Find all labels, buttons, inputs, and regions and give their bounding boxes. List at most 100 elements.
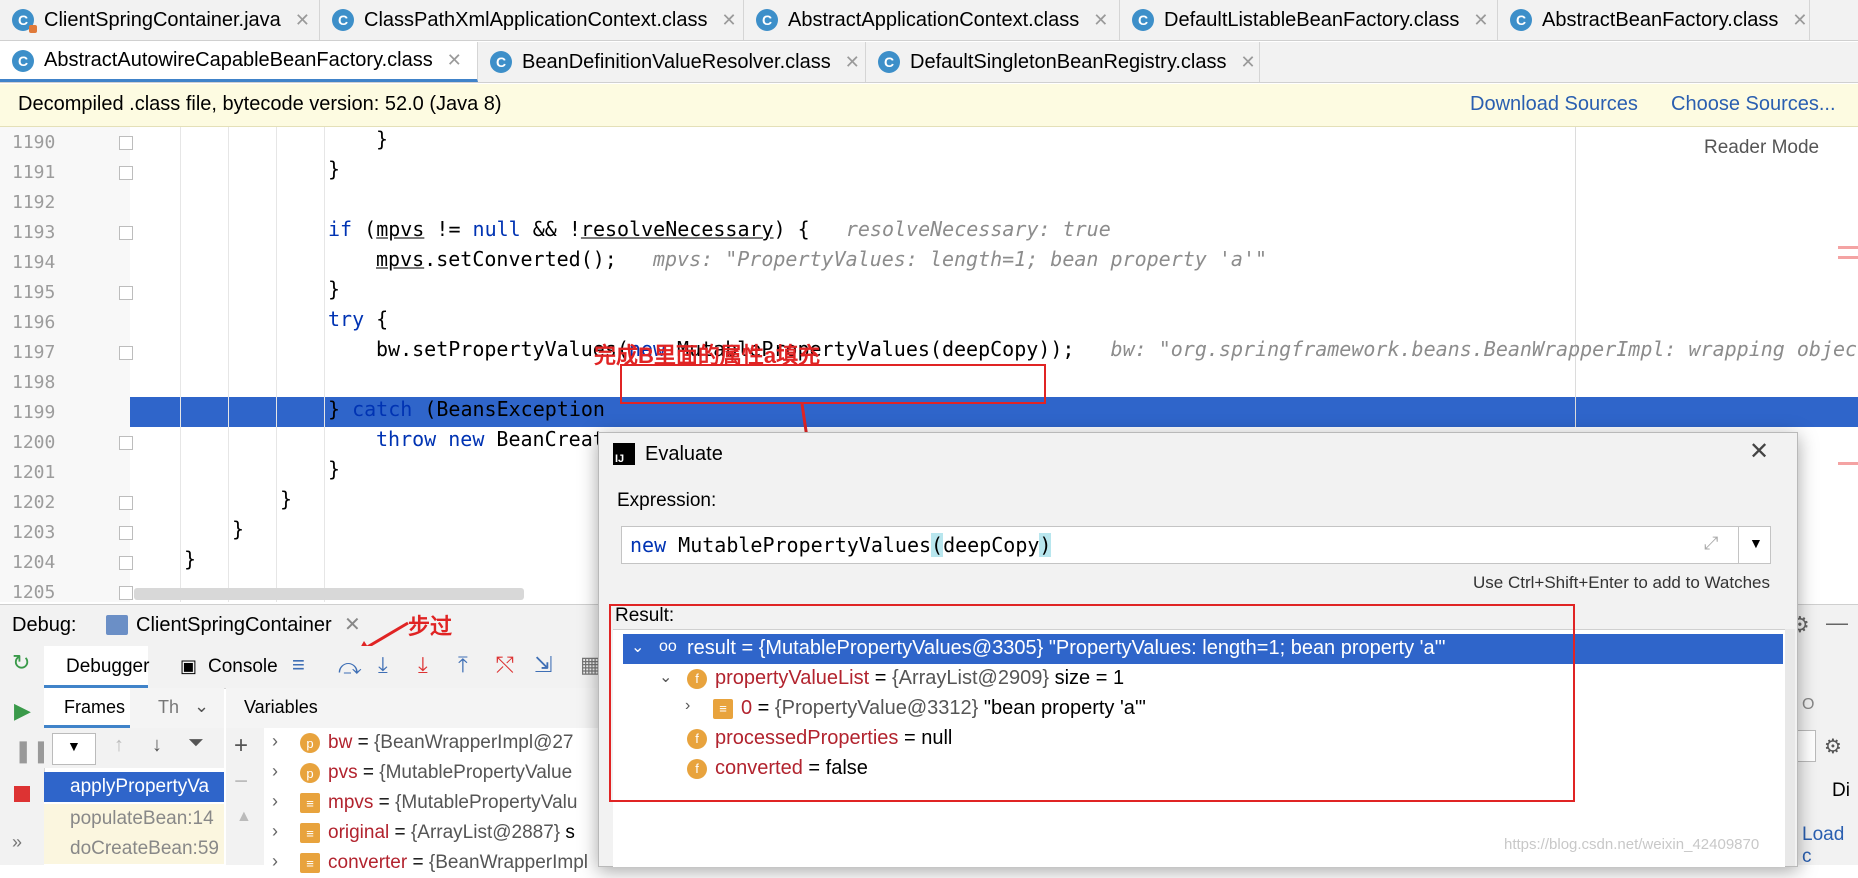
add-watch-icon[interactable]: + (234, 732, 248, 760)
expand-icon[interactable]: ⤢ (1704, 533, 1718, 554)
chevron-right-icon[interactable]: › (272, 791, 278, 812)
tab-abstract-app-context[interactable]: C AbstractApplicationContext.class ✕ (744, 0, 1120, 40)
tab-label: DefaultSingletonBeanRegistry.class (910, 50, 1227, 73)
code-line-1194: mpvs.setConverted(); mpvs: "PropertyValu… (376, 247, 1268, 271)
resume-icon[interactable]: ▶ (14, 698, 31, 724)
arrow-up-icon[interactable]: ↑ (114, 734, 124, 757)
close-icon[interactable]: ✕ (1093, 10, 1108, 31)
right-input[interactable] (1796, 730, 1816, 762)
decompiled-banner: Decompiled .class file, bytecode version… (0, 84, 1858, 127)
more-icon[interactable]: » (12, 832, 22, 853)
download-sources-link[interactable]: Download Sources (1470, 93, 1638, 116)
parameter-icon: p (300, 733, 320, 753)
close-icon[interactable]: ✕ (1473, 10, 1488, 31)
arrow-down-icon[interactable]: ↓ (152, 734, 162, 757)
chevron-right-icon[interactable]: › (272, 821, 278, 842)
variable-row[interactable]: › p pvs = {MutablePropertyValue (264, 758, 604, 788)
chevron-down-icon[interactable]: ⌄ (631, 637, 644, 657)
code-line-1195: } (328, 277, 341, 301)
result-child-row[interactable]: › ≡ 0 = {PropertyValue@3312} "bean proper… (623, 694, 1783, 724)
editor-tabs-row-1: C ClientSpringContainer.java ✕ C ClassPa… (0, 0, 1858, 41)
result-root-row[interactable]: ⌄ oo result = {MutablePropertyValues@330… (623, 634, 1783, 664)
close-icon[interactable]: ✕ (1749, 437, 1769, 466)
debug-config-tab[interactable]: ClientSpringContainer (136, 614, 332, 637)
close-icon[interactable]: ✕ (295, 10, 310, 31)
variable-row[interactable]: › p bw = {BeanWrapperImpl@27 (264, 728, 604, 758)
expression-text: new MutablePropertyValues(deepCopy) (630, 533, 1052, 557)
rerun-icon[interactable]: ↻ (12, 650, 30, 676)
result-child-row[interactable]: f processedProperties = null (623, 724, 1783, 754)
variables-header: Variables (226, 688, 604, 729)
chevron-down-icon: ▼ (1749, 535, 1763, 551)
frame-item[interactable]: populateBean:14 (44, 804, 224, 834)
editor-horizontal-scrollbar[interactable] (134, 588, 524, 600)
tab-abstract-autowire-capable-bean-factory[interactable]: C AbstractAutowireCapableBeanFactory.cla… (0, 42, 478, 82)
dialog-title: Evaluate (645, 443, 723, 465)
code-line-1190: } (376, 127, 389, 151)
minimize-icon[interactable]: — (1826, 610, 1848, 636)
error-stripe-mark[interactable] (1838, 462, 1858, 465)
tab-threads[interactable]: Th (158, 697, 179, 718)
stop-icon[interactable] (14, 786, 30, 802)
close-icon[interactable]: ✕ (1240, 52, 1255, 73)
field-entry: f converted = false (687, 757, 868, 780)
result-child-row[interactable]: f converted = false (623, 754, 1783, 784)
tab-client-spring-container[interactable]: C ClientSpringContainer.java ✕ (0, 0, 320, 40)
remove-watch-icon[interactable]: − (234, 768, 248, 796)
chevron-down-icon[interactable]: ⌄ (194, 696, 209, 717)
watches-hint: Use Ctrl+Shift+Enter to add to Watches (1473, 573, 1771, 592)
tab-label: AbstractAutowireCapableBeanFactory.class (44, 49, 433, 71)
tab-abstract-bean-factory[interactable]: C AbstractBeanFactory.class ✕ (1498, 0, 1810, 40)
frame-item[interactable]: applyPropertyVa (44, 772, 224, 802)
variable-text: bw = {BeanWrapperImpl@27 (328, 732, 574, 753)
console-icon: ▣ (180, 656, 198, 676)
close-icon[interactable]: ✕ (447, 50, 462, 71)
tab-debugger[interactable]: Debugger (44, 646, 149, 688)
filter-icon[interactable]: ⏷ (188, 732, 204, 755)
tab-default-singleton-bean-registry[interactable]: C DefaultSingletonBeanRegistry.class ✕ (866, 42, 1260, 82)
layout-menu-icon[interactable]: ≡ (292, 652, 305, 678)
step-into-icon[interactable]: ⤓ (378, 652, 388, 678)
move-up-icon[interactable]: ▲ (236, 808, 252, 826)
result-label: Result: (615, 605, 675, 626)
thread-selector[interactable]: ▼ (52, 733, 96, 765)
step-out-icon[interactable]: ⤒ (458, 652, 468, 678)
class-file-icon: C (756, 9, 778, 31)
drop-frame-icon[interactable]: ⤲ (496, 652, 514, 678)
choose-sources-link[interactable]: Choose Sources... (1671, 93, 1836, 116)
settings-gear-icon[interactable]: ⚙ (1824, 734, 1842, 759)
tab-bean-definition-value-resolver[interactable]: C BeanDefinitionValueResolver.class ✕ (478, 42, 866, 82)
close-icon[interactable]: ✕ (722, 10, 737, 31)
close-icon[interactable]: ✕ (845, 52, 860, 73)
load-link[interactable]: Load c (1802, 824, 1858, 868)
variable-text: mpvs = {MutablePropertyValu (328, 792, 578, 813)
run-to-cursor-icon[interactable]: ⇲ (534, 652, 552, 678)
chevron-right-icon[interactable]: › (272, 731, 278, 752)
chevron-right-icon[interactable]: › (272, 761, 278, 782)
chevron-right-icon[interactable]: › (272, 851, 278, 872)
field-icon: f (687, 728, 707, 749)
result-child-row[interactable]: ⌄ f propertyValueList = {ArrayList@2909} … (623, 664, 1783, 694)
variable-text: pvs = {MutablePropertyValue (328, 762, 573, 783)
tab-console[interactable]: Console (208, 656, 278, 678)
close-icon[interactable]: ✕ (1792, 10, 1807, 31)
tab-classpath-xml-app-context[interactable]: C ClassPathXmlApplicationContext.class ✕ (320, 0, 744, 40)
tab-default-listable-bean-factory[interactable]: C DefaultListableBeanFactory.class ✕ (1120, 0, 1498, 40)
step-over-icon[interactable]: ⤼ (338, 654, 362, 680)
error-stripe-mark[interactable] (1838, 256, 1858, 259)
code-line-1193: if (mpvs != null && !resolveNecessary) {… (328, 217, 1111, 241)
variables-tab[interactable]: Variables (244, 697, 318, 718)
chevron-right-icon[interactable]: › (685, 697, 690, 715)
error-stripe-mark[interactable] (1838, 246, 1858, 249)
code-line-1191: } (328, 157, 341, 181)
variable-row[interactable]: › ≡ original = {ArrayList@2887} s (264, 818, 604, 848)
history-dropdown[interactable]: ▼ (1738, 527, 1771, 563)
variable-row[interactable]: › ≡ converter = {BeanWrapperImpl (264, 848, 604, 878)
force-step-into-icon[interactable]: ⤓ (418, 652, 428, 678)
expression-input[interactable]: new MutablePropertyValues(deepCopy) ⤢ ▼ (621, 526, 1771, 564)
chevron-down-icon[interactable]: ⌄ (659, 667, 672, 687)
variable-row[interactable]: › ≡ mpvs = {MutablePropertyValu (264, 788, 604, 818)
frame-item[interactable]: doCreateBean:59 (44, 834, 224, 864)
result-scrollbar[interactable] (1785, 629, 1795, 866)
tab-frames[interactable]: Frames (44, 688, 130, 728)
